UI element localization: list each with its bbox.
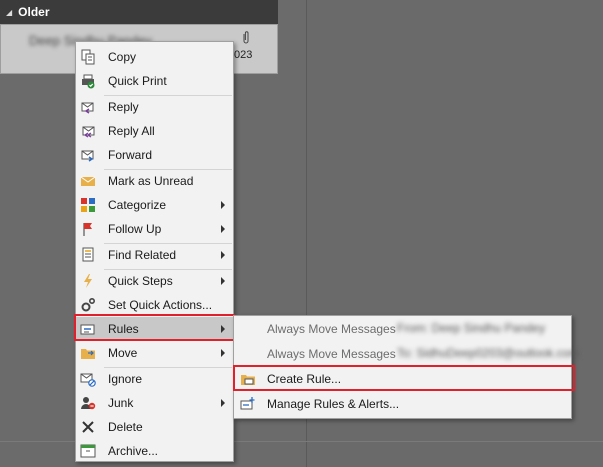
- menu-item-delete[interactable]: Delete: [76, 415, 233, 439]
- junk-icon: [81, 397, 96, 410]
- menu-item-archive[interactable]: Archive...: [76, 439, 233, 463]
- manage-rules-icon: [240, 397, 255, 410]
- menu-item-label: Categorize: [108, 198, 167, 212]
- flag-icon: [83, 223, 92, 236]
- print-icon: [82, 74, 95, 89]
- mail-date: 023: [234, 49, 253, 61]
- menu-item-copy[interactable]: Copy: [76, 45, 233, 69]
- menu-item-forward[interactable]: Forward: [76, 143, 233, 167]
- archive-icon: [80, 444, 96, 458]
- submenu-item-label: Always Move Messages: [267, 322, 396, 336]
- menu-item-find-related[interactable]: Find Related: [76, 243, 233, 267]
- rules-submenu: Always Move Messages From: Deep Sindhu P…: [233, 315, 579, 419]
- menu-item-label: Set Quick Actions...: [108, 298, 213, 312]
- reply-all-icon: [82, 126, 95, 138]
- menu-item-label: Reply All: [108, 124, 155, 138]
- menu-item-label: Follow Up: [108, 222, 162, 236]
- submenu-item-always-move-from[interactable]: Always Move Messages From: Deep Sindhu P…: [234, 317, 571, 341]
- submenu-item-detail: To: SidhuDeep0203@outlook.com: [397, 346, 580, 360]
- menu-item-label: Copy: [108, 50, 137, 64]
- submenu-item-label: Create Rule...: [267, 372, 342, 386]
- submenu-arrow-icon: [221, 277, 225, 285]
- group-header-older[interactable]: ◢ Older: [0, 0, 278, 24]
- menu-item-label: Quick Steps: [108, 274, 173, 288]
- attachment-icon: [243, 31, 249, 44]
- submenu-item-manage-rules[interactable]: Manage Rules & Alerts...: [234, 392, 571, 416]
- menu-item-label: Quick Print: [108, 74, 167, 88]
- menu-item-label: Junk: [108, 396, 134, 410]
- menu-item-set-quick-actions[interactable]: Set Quick Actions...: [76, 293, 233, 317]
- menu-item-ignore[interactable]: Ignore: [76, 367, 233, 391]
- menu-item-follow-up[interactable]: Follow Up: [76, 217, 233, 241]
- menu-item-quick-steps[interactable]: Quick Steps: [76, 269, 233, 293]
- submenu-arrow-icon: [221, 399, 225, 407]
- submenu-arrow-icon: [221, 325, 225, 333]
- menu-item-reply[interactable]: Reply: [76, 95, 233, 119]
- menu-item-label: Ignore: [108, 372, 143, 386]
- submenu-item-label: Manage Rules & Alerts...: [267, 397, 400, 411]
- submenu-arrow-icon: [221, 225, 225, 233]
- menu-item-label: Delete: [108, 420, 143, 434]
- ignore-icon: [80, 373, 96, 387]
- find-icon: [82, 247, 94, 262]
- submenu-arrow-icon: [221, 201, 225, 209]
- submenu-item-create-rule[interactable]: Create Rule...: [234, 367, 571, 391]
- copy-icon: [81, 49, 95, 65]
- menu-item-reply-all[interactable]: Reply All: [76, 119, 233, 143]
- gear-icon: [81, 297, 96, 312]
- submenu-arrow-icon: [221, 251, 225, 259]
- menu-item-label: Reply: [108, 100, 139, 114]
- categorize-icon: [81, 198, 95, 212]
- folder-move-icon: [81, 349, 95, 359]
- submenu-arrow-icon: [221, 349, 225, 357]
- submenu-item-label: Always Move Messages: [267, 347, 396, 361]
- submenu-item-always-move-to[interactable]: Always Move Messages To: SidhuDeep0203@o…: [234, 342, 579, 366]
- menu-item-label: Archive...: [108, 444, 159, 458]
- envelope-icon: [80, 176, 96, 186]
- create-rule-icon: [241, 375, 255, 385]
- lightning-icon: [84, 274, 92, 288]
- rules-icon: [80, 324, 95, 335]
- menu-item-label: Rules: [108, 322, 139, 336]
- group-header-label: Older: [18, 5, 50, 19]
- menu-item-label: Move: [108, 346, 138, 360]
- collapse-triangle-icon[interactable]: ◢: [6, 8, 12, 17]
- menu-item-move[interactable]: Move: [76, 341, 233, 365]
- menu-item-label: Mark as Unread: [108, 174, 194, 188]
- menu-item-mark-unread[interactable]: Mark as Unread: [76, 169, 233, 193]
- menu-item-label: Forward: [108, 148, 153, 162]
- menu-item-quick-print[interactable]: Quick Print: [76, 69, 233, 93]
- menu-item-rules[interactable]: Rules: [76, 317, 233, 341]
- menu-item-label: Find Related: [108, 248, 177, 262]
- forward-icon: [81, 150, 94, 162]
- menu-item-categorize[interactable]: Categorize: [76, 193, 233, 217]
- context-menu: Copy Quick Print Reply Reply All Forward…: [75, 41, 234, 462]
- delete-icon: [82, 421, 94, 433]
- menu-item-junk[interactable]: Junk: [76, 391, 233, 415]
- reply-icon: [81, 102, 94, 114]
- submenu-item-detail: From: Deep Sindhu Pandey: [397, 321, 546, 335]
